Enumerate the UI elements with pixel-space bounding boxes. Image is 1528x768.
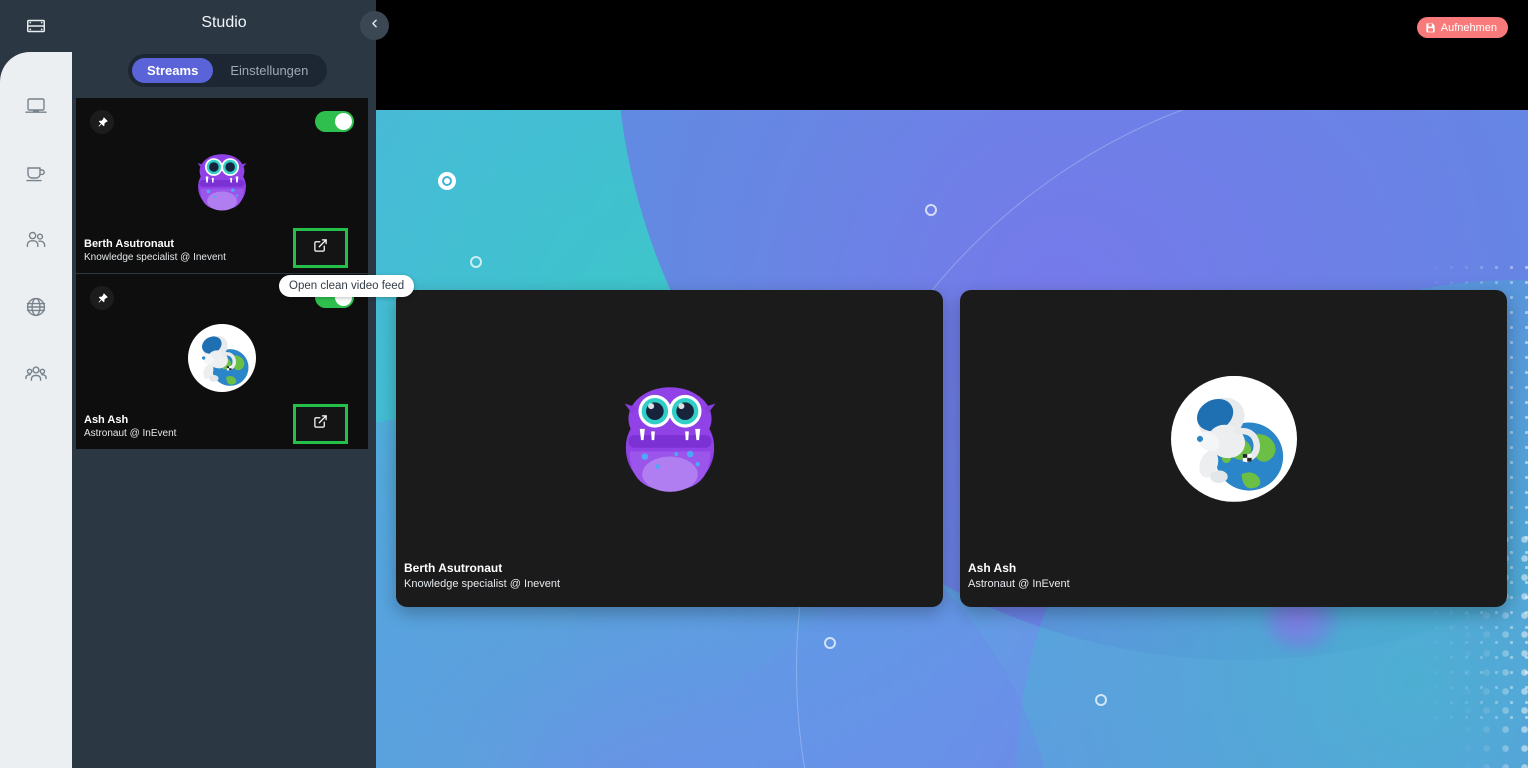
open-external-icon <box>313 414 328 434</box>
rail-items <box>0 72 72 407</box>
tile-meta: Berth Asutronaut Knowledge specialist @ … <box>404 561 560 591</box>
astronaut-earth-avatar <box>1170 375 1297 502</box>
stream-card-list: Berth Asutronaut Knowledge specialist @ … <box>76 98 368 450</box>
studio-panel-body: Studio Streams Einstellungen Berth Asutr… <box>72 0 376 768</box>
background-ring-1 <box>925 204 937 216</box>
background-ring-4 <box>1095 694 1107 706</box>
sidebar-item-group[interactable] <box>0 340 72 407</box>
chevron-left-icon <box>368 17 381 35</box>
toggle-knob <box>335 113 352 130</box>
record-save-icon <box>1425 22 1436 33</box>
icon-rail <box>0 0 72 768</box>
tooltip: Open clean video feed <box>279 275 415 297</box>
tile-name: Ash Ash <box>968 561 1017 576</box>
stream-card[interactable]: Ash Ash Astronaut @ InEvent <box>76 274 368 449</box>
video-tile[interactable]: Berth Asutronaut Knowledge specialist @ … <box>396 290 943 607</box>
pin-icon[interactable] <box>90 110 114 134</box>
tab-bar: Streams Einstellungen <box>128 54 328 87</box>
tab-streams[interactable]: Streams <box>132 58 214 83</box>
tab-einstellungen[interactable]: Einstellungen <box>215 58 323 83</box>
top-bar: Aufnehmen <box>376 0 1528 110</box>
tile-role: Knowledge specialist @ Inevent <box>404 577 561 590</box>
open-external-icon <box>313 238 328 258</box>
tab-streams-label: Streams <box>147 63 199 78</box>
rail-brand-area <box>0 0 72 52</box>
purple-monster-avatar <box>188 148 256 216</box>
background-bubble-inner <box>442 176 452 186</box>
tile-meta: Ash Ash Astronaut @ InEvent <box>968 561 1070 591</box>
video-tile[interactable]: Ash Ash Astronaut @ InEvent <box>960 290 1507 607</box>
tab-einstellungen-label: Einstellungen <box>230 63 309 78</box>
record-button[interactable]: Aufnehmen <box>1416 17 1508 38</box>
sidebar-item-laptop[interactable] <box>0 72 72 139</box>
purple-monster-avatar <box>607 375 733 501</box>
stream-card[interactable]: Berth Asutronaut Knowledge specialist @ … <box>76 98 368 273</box>
stream-card-meta: Berth Asutronaut Knowledge specialist @ … <box>84 238 226 264</box>
background-ring-2 <box>470 256 482 268</box>
page-title: Studio <box>201 14 247 31</box>
sidebar-item-coffee[interactable] <box>0 139 72 206</box>
sidebar-item-globe[interactable] <box>0 273 72 340</box>
stream-card-role: Astronaut @ InEvent <box>84 427 177 439</box>
stream-card-name: Berth Asutronaut <box>84 237 175 250</box>
stream-card-role: Knowledge specialist @ Inevent <box>84 251 226 263</box>
stream-toggle[interactable] <box>315 111 354 132</box>
tooltip-text: Open clean video feed <box>289 280 405 292</box>
studio-app: Berth Asutronaut Knowledge specialist @ … <box>0 0 1528 768</box>
stream-card-meta: Ash Ash Astronaut @ InEvent <box>84 414 176 440</box>
astronaut-earth-avatar <box>188 324 256 392</box>
background-ring-3 <box>824 637 836 649</box>
sidebar-item-people[interactable] <box>0 206 72 273</box>
tile-role: Astronaut @ InEvent <box>968 577 1070 590</box>
collapse-panel-button[interactable] <box>360 11 389 40</box>
tile-name: Berth Asutronaut <box>404 561 503 576</box>
open-clean-video-feed-button[interactable] <box>293 228 348 268</box>
open-clean-video-feed-button[interactable] <box>293 404 348 444</box>
film-strip-icon[interactable] <box>0 0 72 52</box>
pin-icon[interactable] <box>90 286 114 310</box>
stream-card-name: Ash Ash <box>84 413 129 426</box>
record-button-label: Aufnehmen <box>1440 21 1497 34</box>
